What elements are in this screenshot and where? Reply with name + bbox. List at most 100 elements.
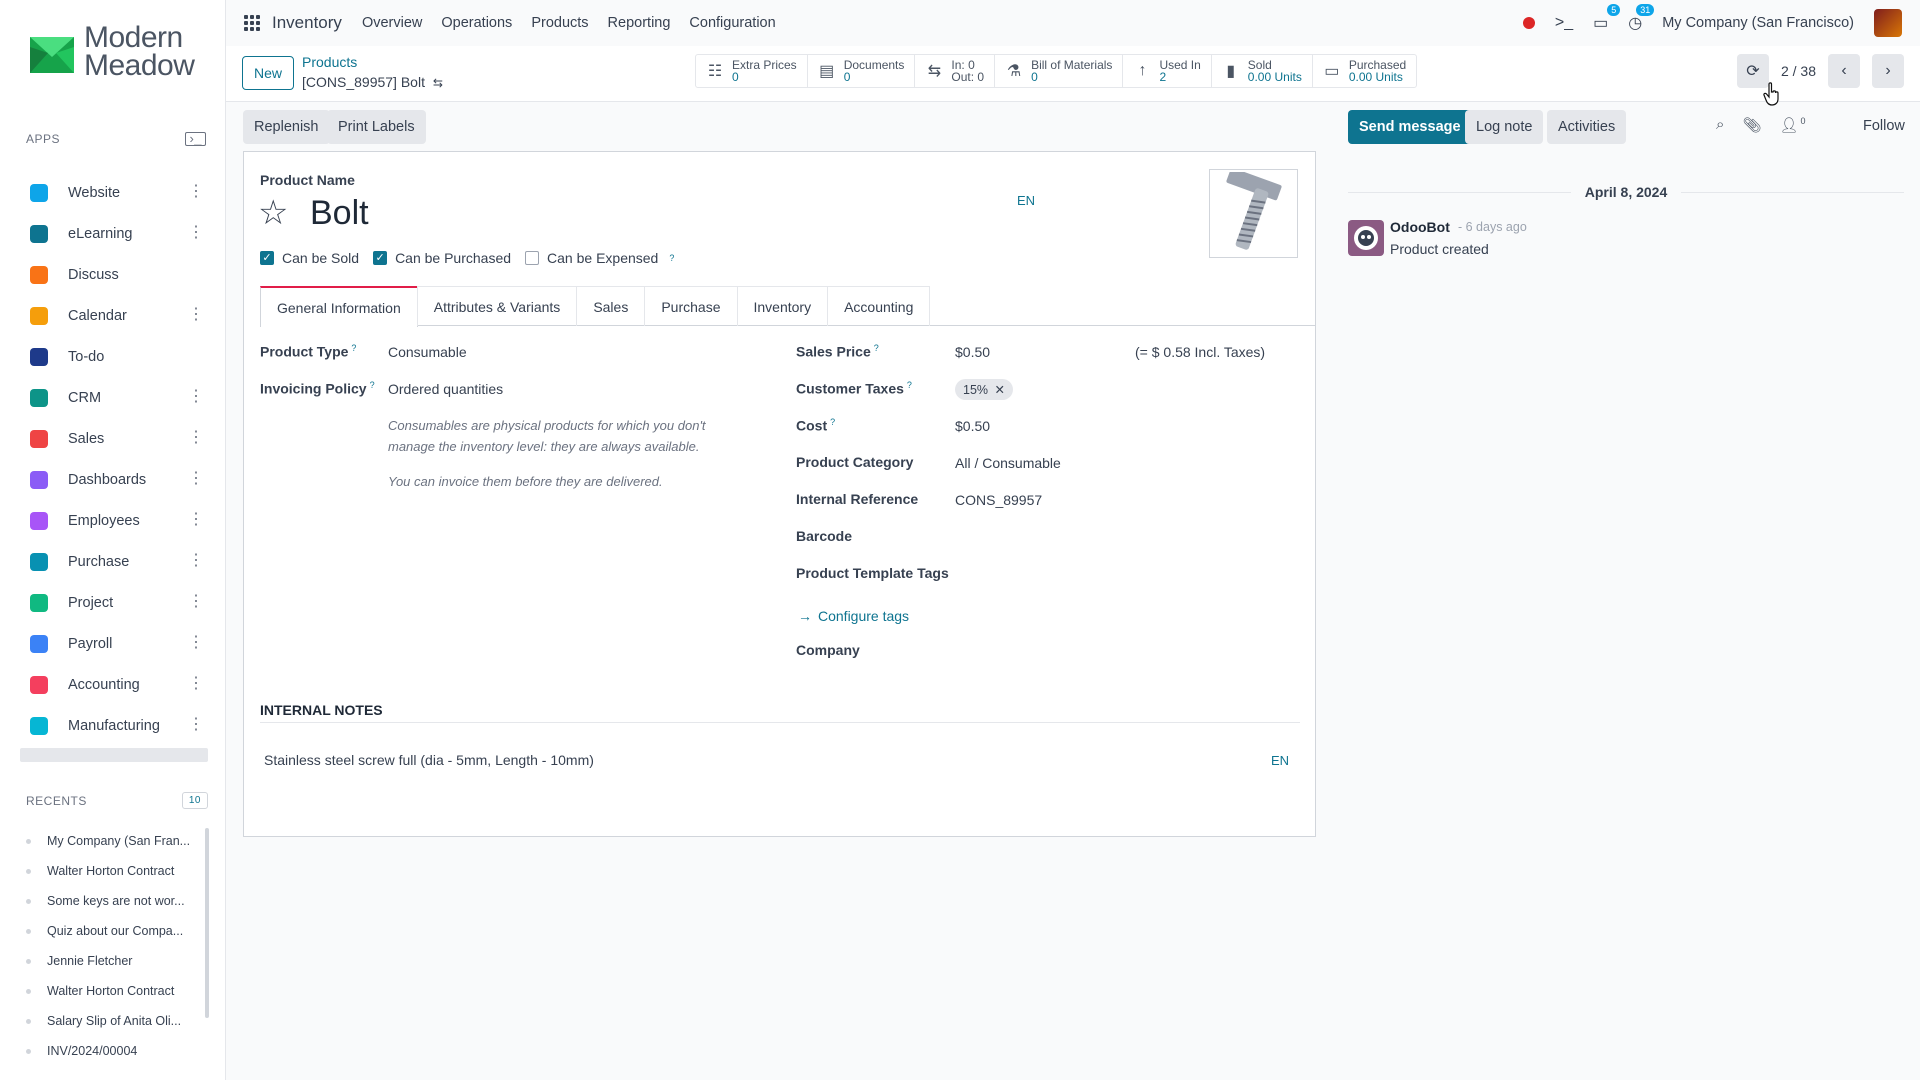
next-record-icon[interactable]: › <box>1872 54 1904 88</box>
sidebar-app-item[interactable]: Employees ⋮ <box>20 500 208 541</box>
terminal-icon[interactable]: >_ <box>1555 14 1573 32</box>
more-options-icon[interactable]: ⋮ <box>188 551 204 571</box>
smart-button[interactable]: ▮ Sold 0.00 Units <box>1212 55 1313 87</box>
more-options-icon[interactable]: ⋮ <box>188 469 204 489</box>
sales-price-field[interactable]: $0.50 <box>955 344 990 360</box>
tab-attributes-variants[interactable]: Attributes & Variants <box>416 286 578 326</box>
sidebar-app-item[interactable]: Discuss <box>20 254 208 295</box>
tab-general-information[interactable]: General Information <box>260 286 418 327</box>
product-category-field[interactable]: All / Consumable <box>955 455 1061 471</box>
record-indicator-icon[interactable] <box>1522 17 1535 29</box>
smart-button[interactable]: ↑ Used In 2 <box>1123 55 1212 87</box>
more-options-icon[interactable]: ⋮ <box>188 182 204 202</box>
app-list-scrollbar[interactable] <box>20 748 208 762</box>
internal-reference-field[interactable]: CONS_89957 <box>955 492 1042 508</box>
product-type-field[interactable]: Consumable <box>388 344 467 360</box>
smart-button[interactable]: ⚗ Bill of Materials 0 <box>995 55 1124 87</box>
log-note-button[interactable]: Log note <box>1465 110 1544 144</box>
more-options-icon[interactable]: ⋮ <box>188 674 204 694</box>
smart-button[interactable]: ▤ Documents 0 <box>808 55 916 87</box>
sidebar-app-item[interactable]: Manufacturing ⋮ <box>20 705 208 746</box>
more-options-icon[interactable]: ⋮ <box>188 592 204 612</box>
replenish-button[interactable]: Replenish <box>243 110 330 144</box>
barcode-field[interactable] <box>955 528 1255 546</box>
sidebar-app-item[interactable]: Accounting ⋮ <box>20 664 208 705</box>
more-options-icon[interactable]: ⋮ <box>188 223 204 243</box>
sidebar-app-item[interactable]: Purchase ⋮ <box>20 541 208 582</box>
nav-overview[interactable]: Overview <box>362 15 422 31</box>
smart-button[interactable]: ☷ Extra Prices 0 <box>696 55 808 87</box>
tab-inventory[interactable]: Inventory <box>736 286 829 326</box>
recent-item[interactable]: Salary Slip of Anita Oli... <box>26 1006 206 1036</box>
recent-item[interactable]: My Company (San Fran... <box>26 826 206 856</box>
favorite-star-icon[interactable]: ☆ <box>258 196 288 230</box>
can-be-purchased-checkbox[interactable]: ✓ Can be Purchased <box>373 250 511 266</box>
sidebar-app-item[interactable]: To-do <box>20 336 208 377</box>
recent-item[interactable]: Walter Horton Contract <box>26 976 206 1006</box>
name-language-selector[interactable]: EN <box>1017 193 1035 208</box>
record-actions-gear-icon[interactable]: ⇆ <box>433 76 443 90</box>
company-logo[interactable]: Modern Meadow <box>28 23 195 81</box>
smart-button[interactable]: ▭ Purchased 0.00 Units <box>1313 55 1416 87</box>
notes-language-selector[interactable]: EN <box>1271 753 1289 768</box>
message-author[interactable]: OdooBot <box>1390 219 1450 235</box>
recent-item[interactable]: INV/2024/00004 <box>26 1036 206 1066</box>
help-icon[interactable]: ? <box>874 343 879 353</box>
more-options-icon[interactable]: ⋮ <box>188 510 204 530</box>
app-title[interactable]: Inventory <box>272 13 342 33</box>
print-labels-button[interactable]: Print Labels <box>327 110 426 144</box>
can-be-expensed-checkbox[interactable]: Can be Expensed? <box>525 250 674 266</box>
more-options-icon[interactable]: ⋮ <box>188 715 204 735</box>
paperclip-icon[interactable]: 📎︎ <box>1742 116 1761 134</box>
new-button[interactable]: New <box>242 56 295 90</box>
activities-clock-icon[interactable]: ◷ 31 <box>1628 4 1655 33</box>
tab-purchase[interactable]: Purchase <box>644 286 738 326</box>
messages-icon[interactable]: ▭ 5 <box>1593 4 1621 33</box>
product-image[interactable] <box>1209 169 1298 258</box>
app-menu-icon[interactable] <box>244 15 260 31</box>
help-icon[interactable]: ? <box>830 417 835 427</box>
previous-record-icon[interactable]: ‹ <box>1828 54 1860 88</box>
configure-tags-link[interactable]: → Configure tags <box>798 608 909 624</box>
smart-button[interactable]: ⇆ In: 0 Out: 0 <box>915 55 996 87</box>
sidebar-app-item[interactable]: Website ⋮ <box>20 172 208 213</box>
nav-reporting[interactable]: Reporting <box>608 15 671 31</box>
cost-field[interactable]: $0.50 <box>955 418 990 434</box>
send-message-button[interactable]: Send message <box>1348 110 1472 144</box>
follow-button[interactable]: Follow <box>1863 118 1905 134</box>
terminal-toggle-icon[interactable]: ›_ <box>185 132 206 146</box>
company-field[interactable] <box>955 642 1255 660</box>
breadcrumb-products-link[interactable]: Products <box>302 54 443 70</box>
more-options-icon[interactable]: ⋮ <box>188 428 204 448</box>
sidebar-app-item[interactable]: Sales ⋮ <box>20 418 208 459</box>
recents-scrollbar[interactable] <box>205 828 209 1018</box>
sidebar-app-item[interactable]: Calendar ⋮ <box>20 295 208 336</box>
invoicing-policy-field[interactable]: Ordered quantities <box>388 381 503 397</box>
sidebar-app-item[interactable]: CRM ⋮ <box>20 377 208 418</box>
more-options-icon[interactable]: ⋮ <box>188 305 204 325</box>
company-switcher[interactable]: My Company (San Francisco) <box>1662 15 1854 31</box>
pager-value[interactable]: 2 / 38 <box>1781 63 1816 79</box>
customer-tax-tag[interactable]: 15% ✕ <box>955 379 1013 400</box>
sidebar-app-item[interactable]: Dashboards ⋮ <box>20 459 208 500</box>
sidebar-app-item[interactable]: Project ⋮ <box>20 582 208 623</box>
sidebar-app-item[interactable]: Payroll ⋮ <box>20 623 208 664</box>
help-icon[interactable]: ? <box>351 343 356 353</box>
nav-products[interactable]: Products <box>531 15 588 31</box>
tab-sales[interactable]: Sales <box>576 286 646 326</box>
remove-tag-icon[interactable]: ✕ <box>995 383 1005 397</box>
user-avatar[interactable] <box>1874 9 1902 37</box>
recent-item[interactable]: Some keys are not wor... <box>26 886 206 916</box>
recent-item[interactable]: Jennie Fletcher <box>26 946 206 976</box>
search-icon[interactable]: ⌕ <box>1716 116 1724 134</box>
activities-button[interactable]: Activities <box>1547 110 1627 144</box>
help-icon[interactable]: ? <box>907 380 912 390</box>
can-be-sold-checkbox[interactable]: ✓ Can be Sold <box>260 250 359 266</box>
recent-item[interactable]: Walter Horton Contract <box>26 856 206 886</box>
help-icon[interactable]: ? <box>669 253 674 263</box>
nav-operations[interactable]: Operations <box>441 15 512 31</box>
product-name-input[interactable]: Bolt <box>310 194 369 233</box>
followers-icon[interactable]: 👤︎ 0 <box>1779 116 1805 134</box>
recent-item[interactable]: Quiz about our Compa... <box>26 916 206 946</box>
tab-accounting[interactable]: Accounting <box>827 286 931 326</box>
